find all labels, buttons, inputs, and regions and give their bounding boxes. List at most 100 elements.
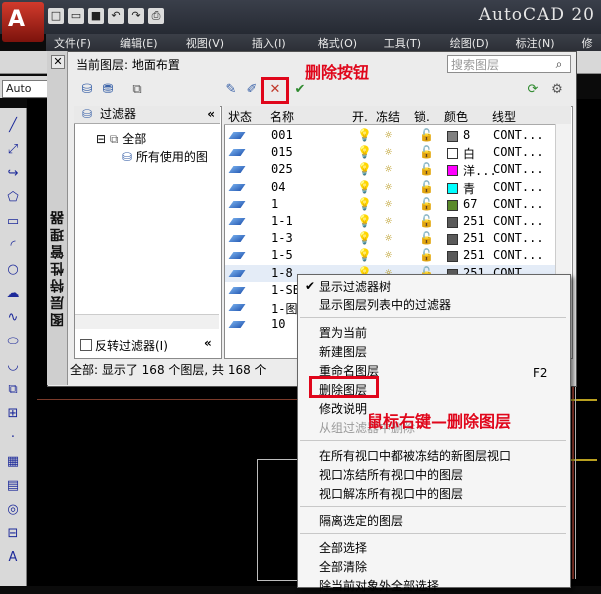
menu-item-clear-all[interactable]: 全部清除 — [319, 558, 367, 575]
region-icon[interactable]: ◎ — [5, 502, 21, 518]
layer-row[interactable]: 1-3 💡 ☼ 🔓 251 CONT... — [225, 230, 570, 247]
close-icon[interactable]: ✕ — [51, 55, 65, 69]
layer-name[interactable]: 1-1 — [271, 214, 293, 228]
layer-color-name[interactable]: 8 — [463, 128, 470, 142]
undo-icon[interactable]: ↶ — [108, 8, 124, 24]
layer-color-name[interactable]: 洋... — [463, 162, 497, 179]
menu-item-show-filter-tree[interactable]: 显示过滤器树 — [319, 278, 391, 295]
layer-states-manager-icon[interactable]: ⧉ — [128, 81, 146, 99]
layer-name[interactable]: 1-SE — [271, 283, 300, 297]
gradient-icon[interactable]: ▤ — [5, 478, 21, 494]
layer-row[interactable]: 04 💡 ☼ 🔓 青 CONT... — [225, 179, 570, 196]
redo-icon[interactable]: ↷ — [128, 8, 144, 24]
menu-modify[interactable]: 修 — [574, 34, 601, 51]
ellipse-arc-icon[interactable]: ◡ — [5, 358, 21, 374]
layer-row[interactable]: 1-1 💡 ☼ 🔓 251 CONT... — [225, 213, 570, 230]
filter-horizontal-scrollbar[interactable] — [75, 314, 219, 329]
hatch-icon[interactable]: ▦ — [5, 454, 21, 470]
menu-dimension[interactable]: 标注(N) — [508, 34, 574, 51]
color-swatch[interactable] — [447, 251, 458, 262]
polygon-icon[interactable]: ⬠ — [5, 190, 21, 206]
sun-icon[interactable]: ☼ — [385, 128, 392, 142]
new-layer-icon[interactable]: ✎ — [222, 81, 240, 99]
menu-item-vp-freeze-all[interactable]: 视口冻结所有视口中的图层 — [319, 466, 463, 483]
menu-file[interactable]: 文件(F) — [46, 34, 112, 51]
layer-name[interactable]: 025 — [271, 162, 293, 176]
polyline-icon[interactable]: ↪ — [5, 166, 21, 182]
color-swatch[interactable] — [447, 183, 458, 194]
layer-row[interactable]: 1 💡 ☼ 🔓 67 CONT... — [225, 196, 570, 213]
refresh-icon[interactable]: ⟳ — [524, 81, 542, 99]
bulb-icon[interactable]: 💡 — [357, 162, 372, 176]
layer-linetype[interactable]: CONT... — [493, 180, 544, 194]
layer-color-name[interactable]: 251 — [463, 214, 485, 228]
layer-row[interactable]: 025 💡 ☼ 🔓 洋... CONT... — [225, 161, 570, 178]
color-swatch[interactable] — [447, 165, 458, 176]
settings-icon[interactable]: ⚙ — [548, 81, 566, 99]
layer-color-name[interactable]: 251 — [463, 231, 485, 245]
menu-item-vp-thaw-all[interactable]: 视口解冻所有视口中的图层 — [319, 485, 463, 502]
column-header-name[interactable]: 名称 — [270, 108, 294, 125]
lock-icon[interactable]: 🔓 — [419, 231, 434, 245]
menu-item-set-current[interactable]: 置为当前 — [319, 324, 367, 341]
bulb-icon[interactable]: 💡 — [357, 180, 372, 194]
column-header-freeze[interactable]: 冻结 — [376, 108, 400, 125]
layer-color-name[interactable]: 白 — [463, 145, 475, 162]
menu-item-isolate-selected[interactable]: 隔离选定的图层 — [319, 512, 403, 529]
new-vp-frozen-layer-icon[interactable]: ✐ — [243, 81, 261, 99]
make-block-icon[interactable]: ⊞ — [5, 406, 21, 422]
color-swatch[interactable] — [447, 234, 458, 245]
layer-name[interactable]: 04 — [271, 180, 285, 194]
layer-color-name[interactable]: 251 — [463, 248, 485, 262]
bulb-icon[interactable]: 💡 — [357, 145, 372, 159]
menu-item-change-description[interactable]: 修改说明 — [319, 400, 367, 417]
layer-name[interactable]: 1-5 — [271, 248, 293, 262]
color-swatch[interactable] — [447, 148, 458, 159]
color-swatch[interactable] — [447, 217, 458, 228]
sun-icon[interactable]: ☼ — [385, 214, 392, 228]
color-swatch[interactable] — [447, 200, 458, 211]
layer-linetype[interactable]: CONT... — [493, 231, 544, 245]
layer-name[interactable]: 1-3 — [271, 231, 293, 245]
bulb-icon[interactable]: 💡 — [357, 248, 372, 262]
lock-icon[interactable]: 🔓 — [419, 214, 434, 228]
menu-view[interactable]: 视图(V) — [178, 34, 244, 51]
new-group-filter-icon[interactable]: ⛃ — [99, 81, 117, 99]
lock-icon[interactable]: 🔓 — [419, 145, 434, 159]
color-swatch[interactable] — [447, 131, 458, 142]
collapse-chevron-icon[interactable]: « — [207, 106, 215, 123]
revcloud-icon[interactable]: ☁ — [5, 286, 21, 302]
lock-icon[interactable]: 🔓 — [419, 128, 434, 142]
open-file-icon[interactable]: ▭ — [68, 8, 84, 24]
application-menu-button[interactable]: A — [2, 2, 44, 42]
tree-node-used[interactable]: ⛁ 所有使用的图 — [122, 148, 208, 165]
layer-name[interactable]: 1 — [271, 197, 278, 211]
sun-icon[interactable]: ☼ — [385, 180, 392, 194]
bulb-icon[interactable]: 💡 — [357, 128, 372, 142]
spline-icon[interactable]: ∿ — [5, 310, 21, 326]
sun-icon[interactable]: ☼ — [385, 197, 392, 211]
layer-linetype[interactable]: CONT... — [493, 162, 544, 176]
line-icon[interactable]: ╱ — [5, 118, 21, 134]
layer-name[interactable]: 1-8 — [271, 266, 293, 280]
invert-filter-checkbox[interactable]: 反转过滤器(I) — [80, 337, 168, 354]
lock-icon[interactable]: 🔓 — [419, 248, 434, 262]
save-icon[interactable]: ■ — [88, 8, 104, 24]
new-file-icon[interactable]: □ — [48, 8, 64, 24]
layer-name[interactable]: 001 — [271, 128, 293, 142]
bulb-icon[interactable]: 💡 — [357, 231, 372, 245]
layer-color-name[interactable]: 67 — [463, 197, 477, 211]
column-header-on[interactable]: 开. — [352, 108, 368, 125]
layer-row[interactable]: 001 💡 ☼ 🔓 8 CONT... — [225, 127, 570, 144]
lock-icon[interactable]: 🔓 — [419, 180, 434, 194]
arc-icon[interactable]: ◜ — [5, 238, 21, 254]
column-header-linetype[interactable]: 线型 — [492, 108, 516, 125]
sun-icon[interactable]: ☼ — [385, 162, 392, 176]
collapse-chevron-icon[interactable]: « — [204, 336, 212, 350]
menu-draw[interactable]: 绘图(D) — [442, 34, 508, 51]
workspace-combo[interactable]: Auto — [2, 80, 51, 98]
menu-item-show-filters-in-list[interactable]: 显示图层列表中的过滤器 — [319, 296, 451, 313]
bulb-icon[interactable]: 💡 — [357, 214, 372, 228]
bulb-icon[interactable]: 💡 — [357, 197, 372, 211]
layer-color-name[interactable]: 青 — [463, 180, 475, 197]
